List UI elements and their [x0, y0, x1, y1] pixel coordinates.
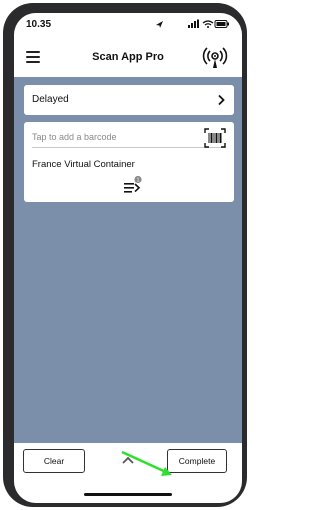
chevron-up-icon[interactable] — [120, 455, 136, 465]
status-time: 10.35 — [26, 19, 52, 30]
barcode-placeholder: Tap to add a barcode — [32, 132, 117, 142]
signal-icon — [188, 25, 190, 28]
phone-frame: 10.35 Scan App Pro Delayed Tap to add a … — [3, 3, 247, 507]
status-icons — [156, 19, 229, 28]
app-header: Scan App Pro — [14, 37, 242, 77]
scan-card: Tap to add a barcode France Virtual Cont… — [24, 122, 234, 202]
radar-scan-icon[interactable] — [202, 45, 228, 71]
footer-bar: Clear Complete — [14, 443, 242, 503]
complete-button[interactable]: Complete — [167, 449, 227, 473]
status-selector[interactable]: Delayed — [24, 85, 234, 115]
home-indicator — [84, 493, 172, 496]
container-name: France Virtual Container — [32, 159, 135, 170]
location-arrow-icon — [156, 21, 163, 28]
app-screen: 10.35 Scan App Pro Delayed Tap to add a … — [14, 13, 242, 503]
list-badge: 1 — [137, 177, 140, 183]
list-icon[interactable]: 1 — [121, 175, 143, 197]
chevron-right-icon — [218, 94, 225, 106]
wifi-icon — [202, 20, 214, 28]
status-bar: 10.35 — [14, 13, 242, 37]
battery-icon — [214, 20, 229, 28]
barcode-input[interactable]: Tap to add a barcode — [32, 128, 226, 148]
status-value: Delayed — [32, 94, 69, 105]
clear-button[interactable]: Clear — [23, 449, 85, 473]
barcode-scanner-icon[interactable] — [204, 128, 226, 148]
